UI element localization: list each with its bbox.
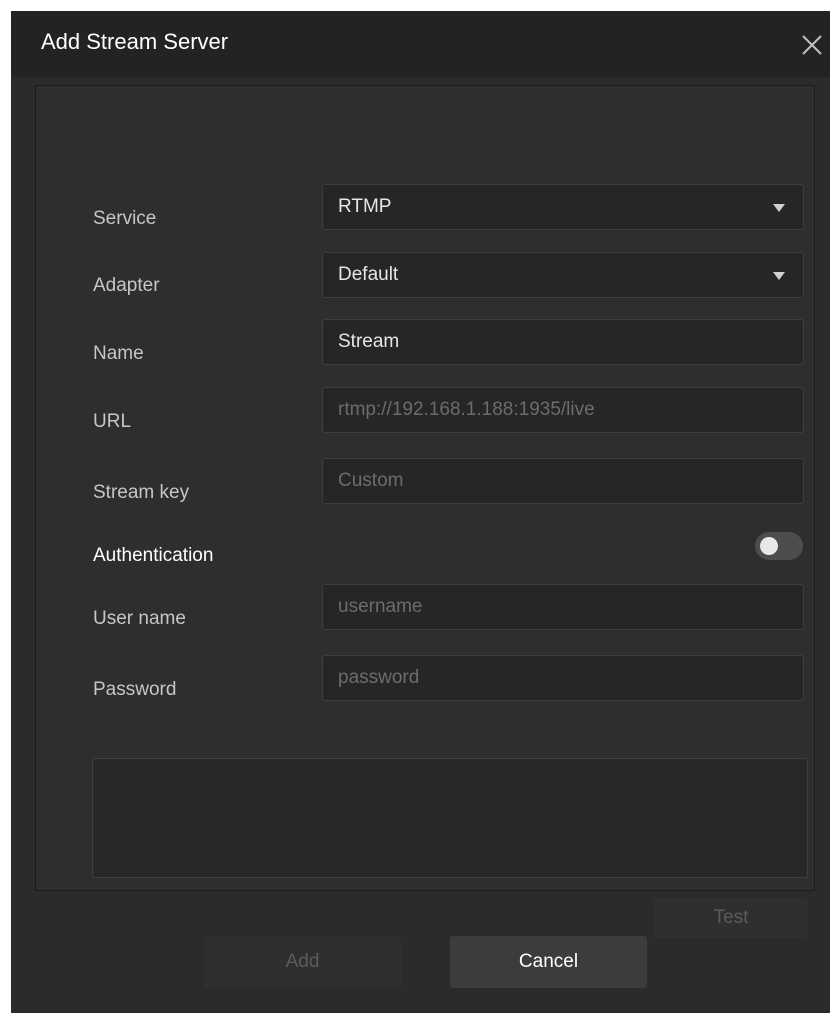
add-button[interactable]: Add <box>204 936 401 988</box>
add-stream-server-dialog: Add Stream Server Service RTMP Adapter D… <box>11 11 830 1013</box>
url-label: URL <box>93 411 132 432</box>
name-value: Stream <box>338 331 400 352</box>
settings-panel: Service RTMP Adapter Default Name Stream… <box>35 85 815 938</box>
authentication-label: Authentication <box>93 545 214 566</box>
dialog-title: Add Stream Server <box>41 29 229 54</box>
adapter-select[interactable]: Default <box>322 252 804 298</box>
username-label: User name <box>93 608 186 629</box>
stream-key-label: Stream key <box>93 482 190 503</box>
close-icon[interactable] <box>794 27 830 63</box>
url-input[interactable] <box>322 387 804 433</box>
service-value: RTMP <box>338 196 392 217</box>
name-input[interactable]: Stream <box>322 319 804 365</box>
test-log-area <box>92 758 808 878</box>
test-button[interactable]: Test <box>654 898 808 938</box>
name-label: Name <box>93 343 144 364</box>
adapter-label: Adapter <box>93 275 160 296</box>
username-input[interactable] <box>322 584 804 630</box>
adapter-value: Default <box>338 264 399 285</box>
chevron-down-icon <box>773 204 785 212</box>
toggle-knob <box>760 537 778 555</box>
password-label: Password <box>93 679 177 700</box>
service-select[interactable]: RTMP <box>322 184 804 230</box>
stream-key-input[interactable] <box>322 458 804 504</box>
password-input[interactable] <box>322 655 804 701</box>
authentication-toggle[interactable] <box>755 532 803 560</box>
cancel-button[interactable]: Cancel <box>450 936 647 988</box>
dialog-titlebar: Add Stream Server <box>11 11 830 77</box>
service-label: Service <box>93 208 157 229</box>
chevron-down-icon <box>773 272 785 280</box>
